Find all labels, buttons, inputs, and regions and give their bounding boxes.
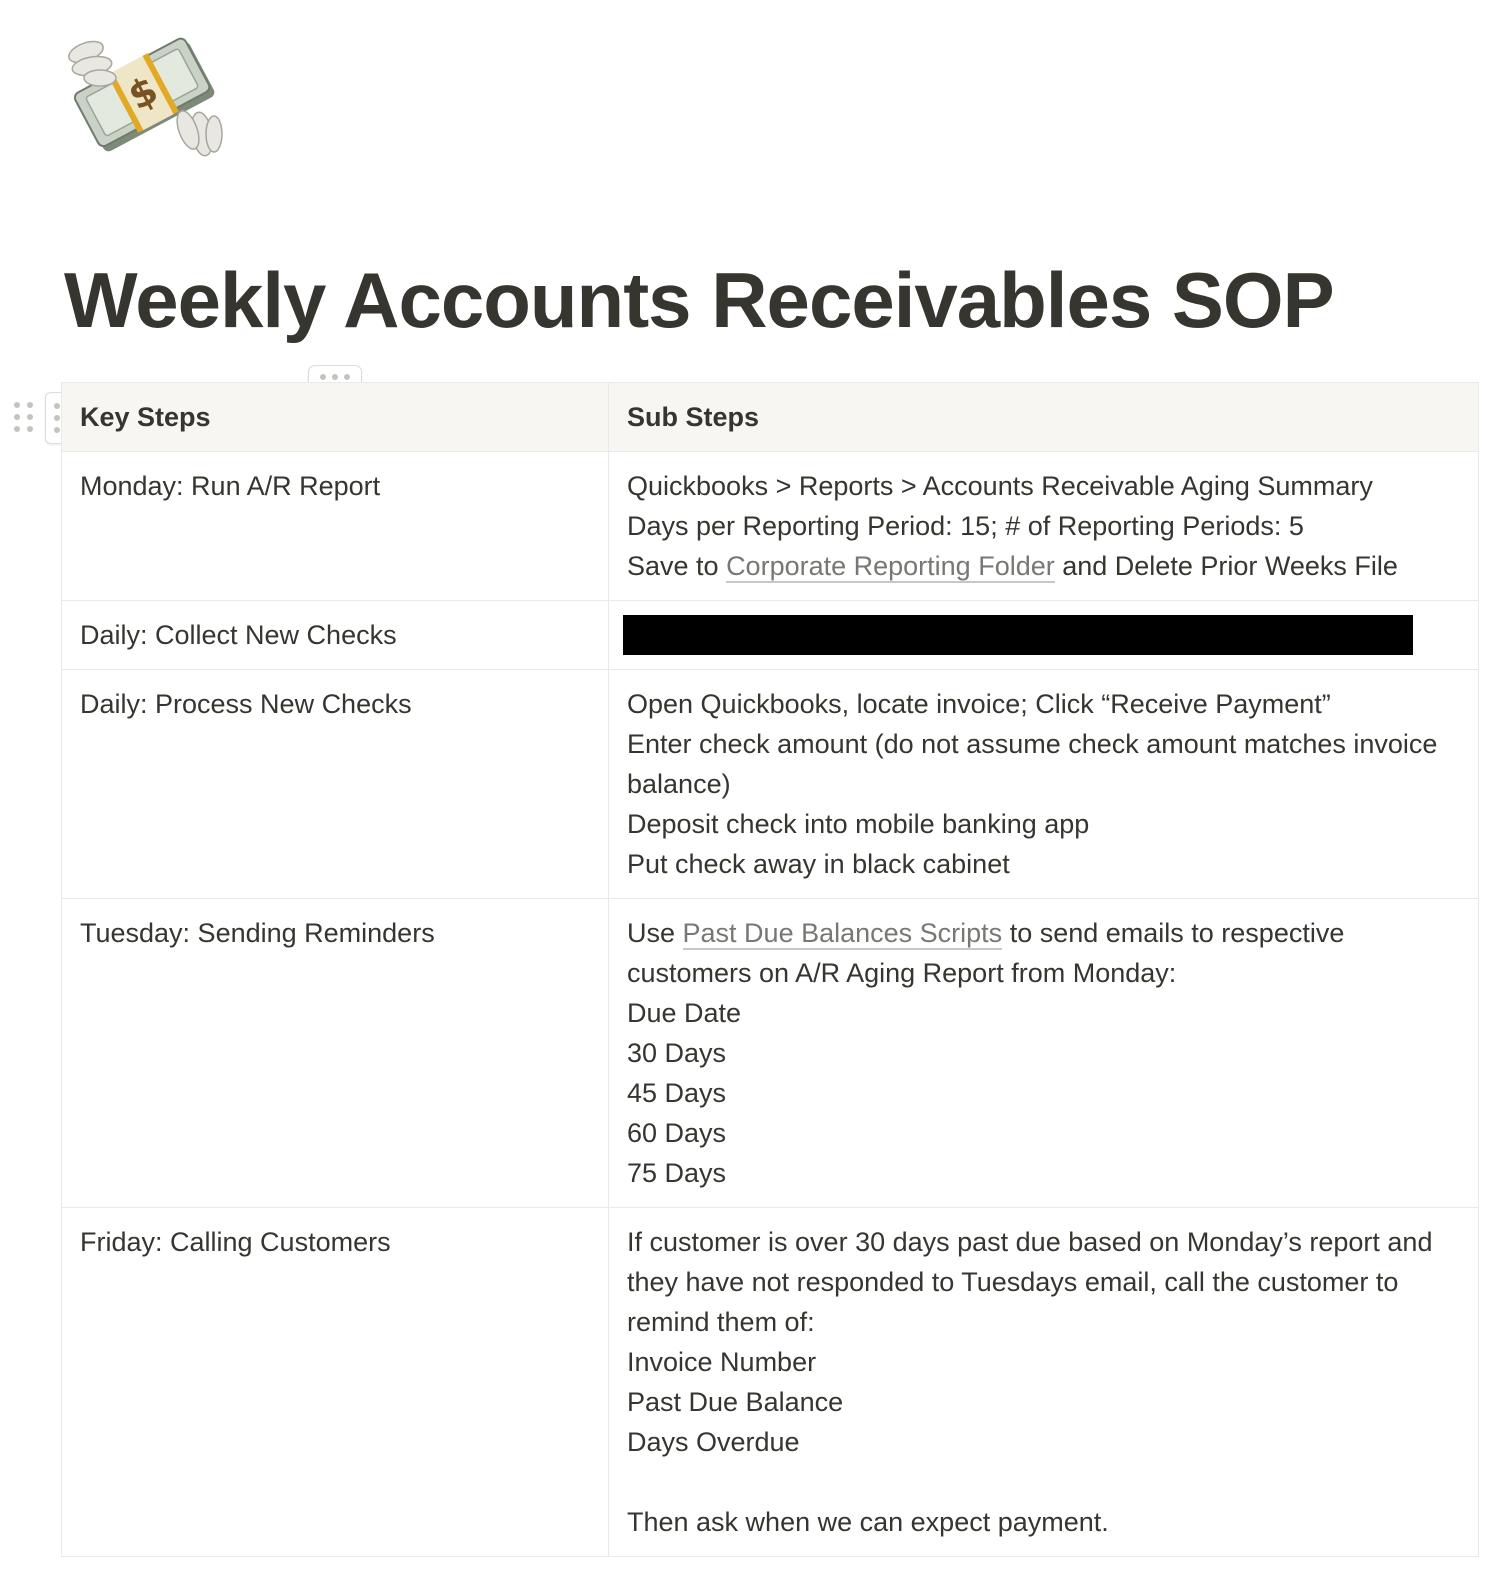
key-step-cell[interactable]: Daily: Process New Checks xyxy=(61,669,609,899)
page-link[interactable]: Corporate Reporting Folder xyxy=(726,551,1055,583)
header-sub-steps[interactable]: Sub Steps xyxy=(608,382,1479,452)
sub-steps-cell[interactable]: Open Quickbooks, locate invoice; Click “… xyxy=(608,669,1479,899)
sub-step-line: Deposit check into mobile banking app xyxy=(627,809,1090,839)
sub-step-line: Open Quickbooks, locate invoice; Click “… xyxy=(627,689,1331,719)
table-row: Daily: Collect New Checks xyxy=(61,600,1479,670)
block-drag-handle[interactable] xyxy=(14,402,33,432)
sub-step-line: Due Date xyxy=(627,998,742,1028)
table-row: Monday: Run A/R Report Quickbooks > Repor… xyxy=(61,451,1479,601)
table-row: Tuesday: Sending Reminders Use Past Due B… xyxy=(61,898,1479,1208)
page-title[interactable]: Weekly Accounts Receivables SOP xyxy=(64,257,1335,344)
page-link[interactable]: Past Due Balances Scripts xyxy=(682,918,1003,950)
sub-step-line: Use Past Due Balances Scripts to send em… xyxy=(627,913,1460,993)
sub-steps-cell[interactable]: Use Past Due Balances Scripts to send em… xyxy=(608,898,1479,1208)
sub-step-text: Use xyxy=(627,918,683,948)
sub-step-line: 30 Days xyxy=(627,1038,727,1068)
sub-steps-cell[interactable] xyxy=(608,600,1479,670)
sub-step-text: Save to xyxy=(627,551,727,581)
table-row: Friday: Calling Customers If customer is … xyxy=(61,1207,1479,1557)
sub-step-line: 60 Days xyxy=(627,1118,727,1148)
sub-steps-cell[interactable]: If customer is over 30 days past due bas… xyxy=(608,1207,1479,1557)
sub-step-line: Past Due Balance xyxy=(627,1387,844,1417)
key-step-cell[interactable]: Daily: Collect New Checks xyxy=(61,600,609,670)
sub-step-text: and Delete Prior Weeks File xyxy=(1054,551,1398,581)
sub-step-line: Save to Corporate Reporting Folder and D… xyxy=(627,546,1460,586)
sub-step-line: Put check away in black cabinet xyxy=(627,849,1010,879)
key-step-cell[interactable]: Friday: Calling Customers xyxy=(61,1207,609,1557)
sub-step-line: Then ask when we can expect payment. xyxy=(627,1507,1109,1537)
key-step-cell[interactable]: Monday: Run A/R Report xyxy=(61,451,609,601)
sub-step-line: Enter check amount (do not assume check … xyxy=(627,729,1438,799)
sub-steps-cell[interactable]: Quickbooks > Reports > Accounts Receivab… xyxy=(608,451,1479,601)
sub-step-line: 75 Days xyxy=(627,1158,727,1188)
sub-step-line: 45 Days xyxy=(627,1078,727,1108)
key-step-cell[interactable]: Tuesday: Sending Reminders xyxy=(61,898,609,1208)
sub-step-line: Quickbooks > Reports > Accounts Receivab… xyxy=(627,471,1373,501)
sub-step-line: Days per Reporting Period: 15; # of Repo… xyxy=(627,511,1304,541)
sop-table: Key Steps Sub Steps Monday: Run A/R Repo… xyxy=(61,382,1479,1557)
sub-step-line: Invoice Number xyxy=(627,1347,817,1377)
sub-step-line xyxy=(627,1462,1460,1502)
sub-step-line: If customer is over 30 days past due bas… xyxy=(627,1227,1433,1337)
header-key-steps[interactable]: Key Steps xyxy=(61,382,609,452)
table-header-row: Key Steps Sub Steps xyxy=(61,382,1479,452)
money-with-wings-icon[interactable]: $ xyxy=(64,22,224,167)
table-row: Daily: Process New Checks Open Quickbooks… xyxy=(61,669,1479,899)
redacted-content xyxy=(623,615,1413,655)
sub-step-line: Days Overdue xyxy=(627,1427,800,1457)
